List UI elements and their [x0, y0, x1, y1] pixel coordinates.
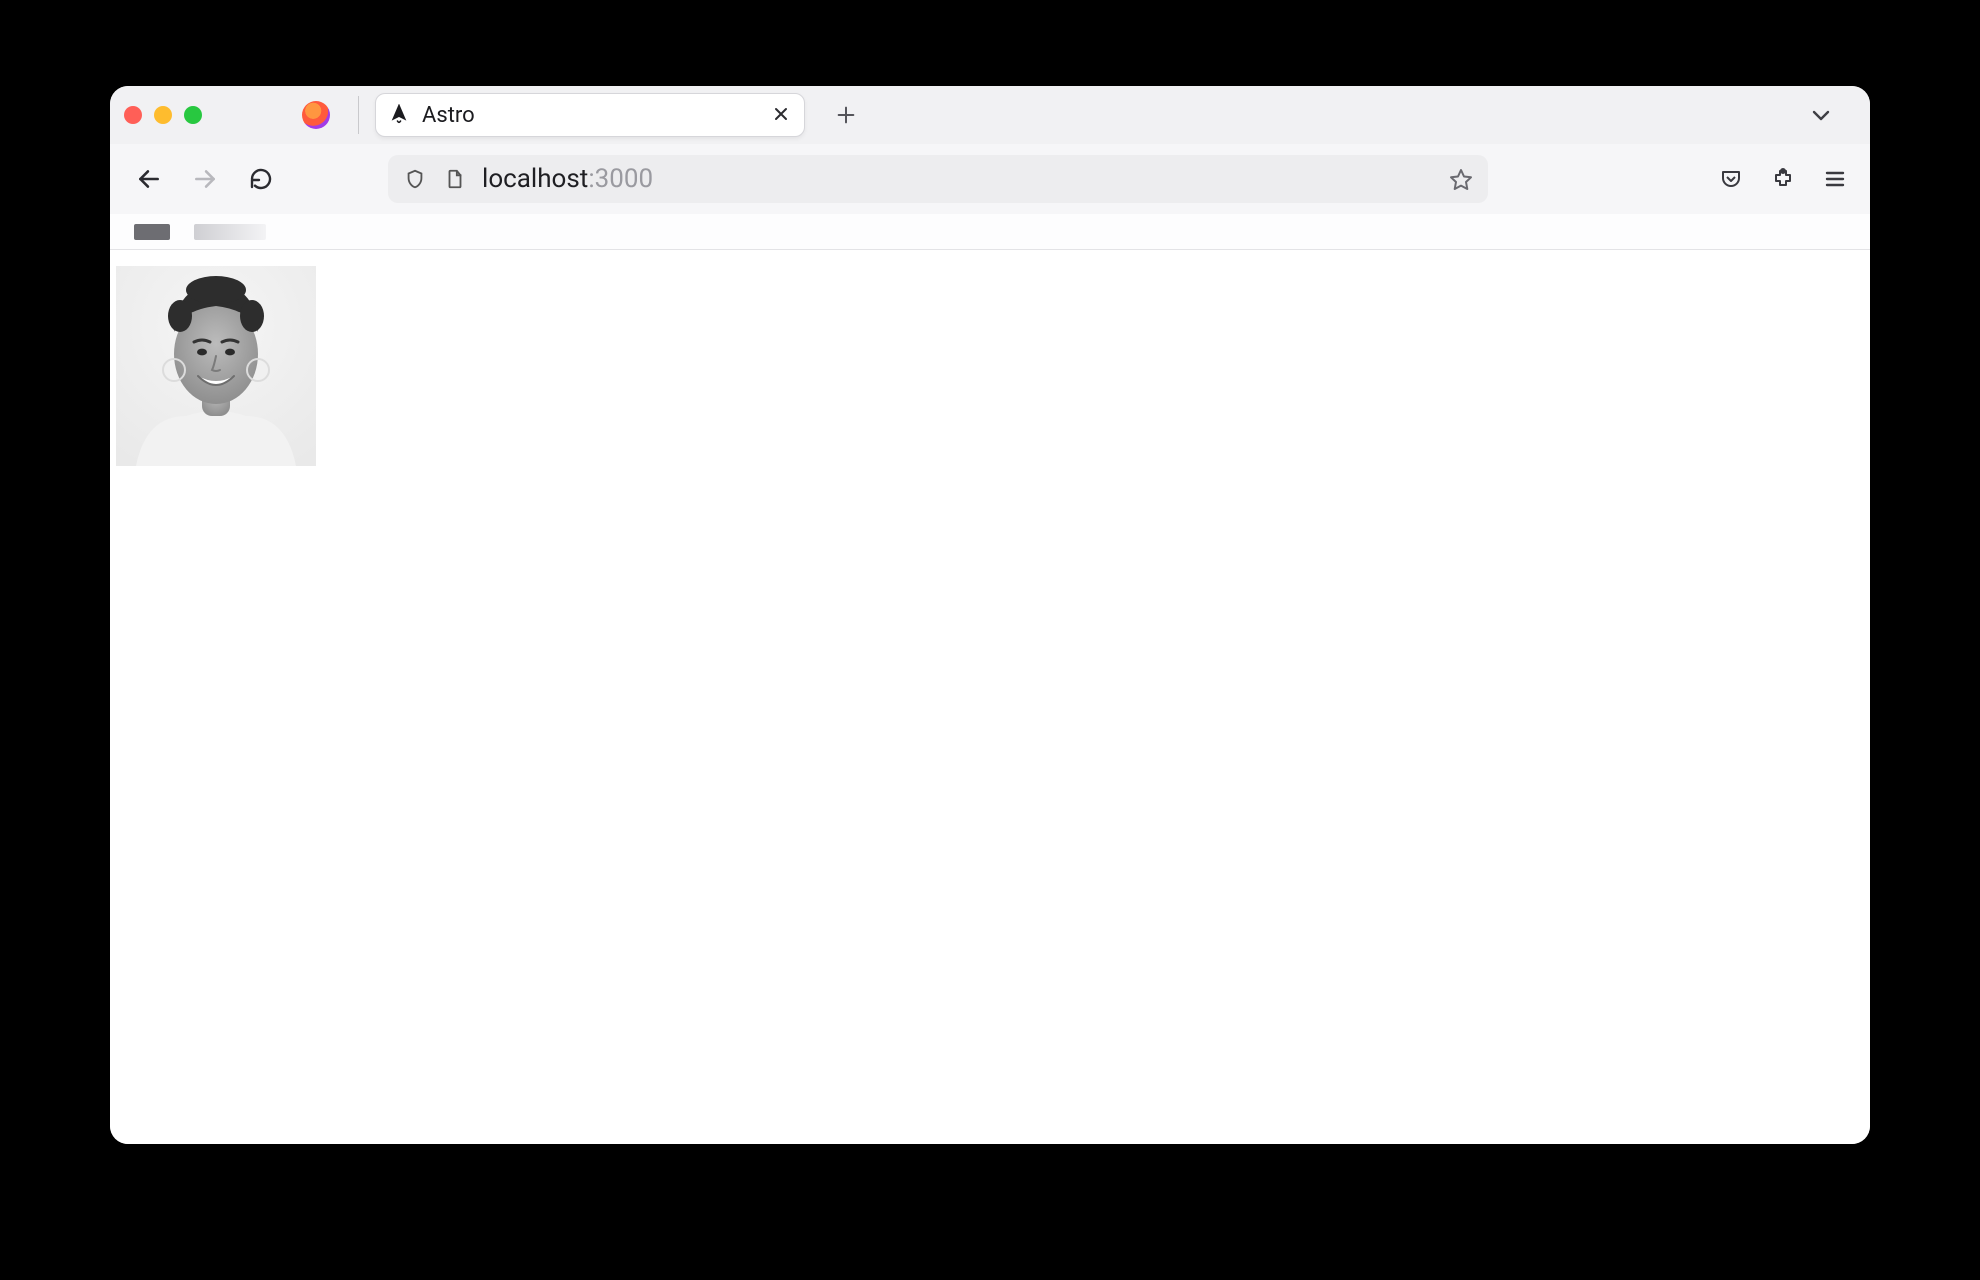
tab-list-button[interactable] — [1806, 100, 1836, 130]
shield-icon[interactable] — [402, 166, 428, 192]
navigation-toolbar: localhost:3000 — [110, 144, 1870, 214]
page-info-icon[interactable] — [442, 166, 468, 192]
window-controls — [124, 106, 202, 124]
window-close-button[interactable] — [124, 106, 142, 124]
url-text[interactable]: localhost:3000 — [482, 164, 1434, 194]
new-tab-button[interactable] — [829, 98, 863, 132]
bookmarks-placeholder — [134, 224, 170, 240]
extensions-icon[interactable] — [1768, 164, 1798, 194]
hamburger-menu-icon[interactable] — [1820, 164, 1850, 194]
astro-favicon-icon — [388, 104, 410, 126]
portrait-image — [116, 266, 316, 466]
page-content — [110, 250, 1870, 1144]
tab-close-button[interactable] — [770, 103, 792, 128]
browser-tab-active[interactable]: Astro — [375, 93, 805, 137]
url-bar[interactable]: localhost:3000 — [388, 155, 1488, 203]
window-minimize-button[interactable] — [154, 106, 172, 124]
pocket-icon[interactable] — [1716, 164, 1746, 194]
reload-button[interactable] — [242, 160, 280, 198]
window-zoom-button[interactable] — [184, 106, 202, 124]
bookmark-star-icon[interactable] — [1448, 166, 1474, 192]
url-host: localhost — [482, 164, 588, 194]
forward-button[interactable] — [186, 160, 224, 198]
bookmarks-toolbar — [110, 214, 1870, 250]
firefox-icon — [302, 101, 330, 129]
bookmarks-placeholder — [194, 224, 266, 240]
browser-window: Astro — [110, 86, 1870, 1144]
tab-separator — [358, 96, 359, 134]
titlebar: Astro — [110, 86, 1870, 144]
tab-title: Astro — [422, 103, 758, 128]
back-button[interactable] — [130, 160, 168, 198]
url-port: :3000 — [588, 164, 653, 194]
